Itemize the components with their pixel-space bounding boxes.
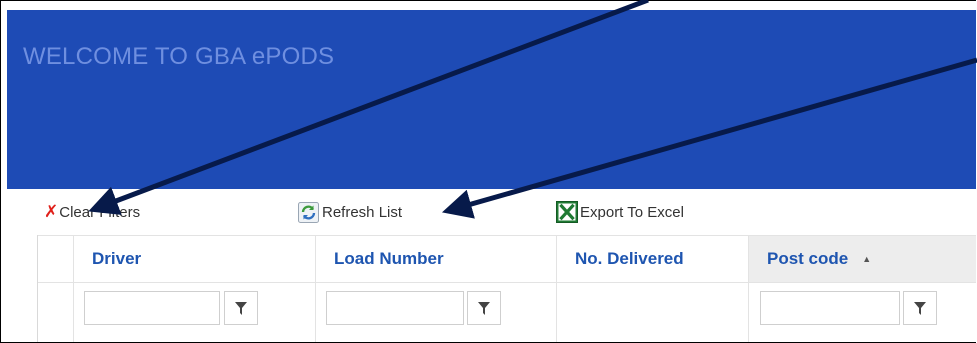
- annotation-arrows: [88, 0, 977, 219]
- arrow-to-refresh-list: [441, 57, 977, 219]
